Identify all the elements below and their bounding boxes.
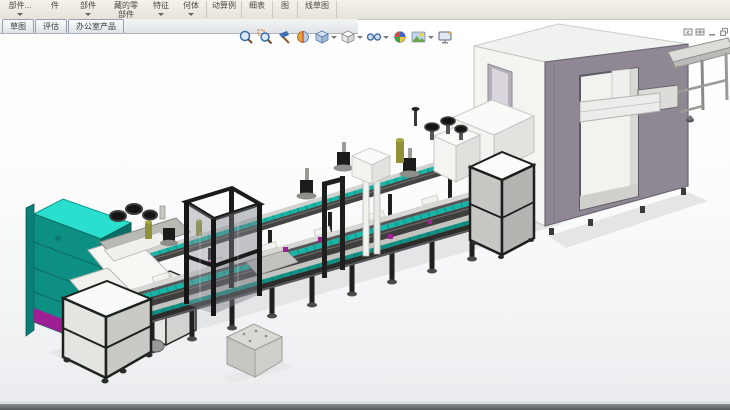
ribbon-button-label: 件 [51,1,59,10]
assembly-3d-scene [0,0,730,410]
ribbon-button-label: 藏的零 [114,1,138,10]
ribbon-button-label-2: 部件 [118,10,134,19]
ribbon-exploded-view-button[interactable]: 图 [273,0,297,19]
minimize-document-button[interactable] [707,27,717,37]
ribbon-component-pattern-button[interactable]: 部件 [70,0,106,19]
ribbon-assembly-features-button[interactable]: 特征 [146,0,176,19]
ribbon-reference-geometry-button[interactable]: 何体 [176,0,206,19]
view-orientation-icon [314,29,330,45]
view-orientation-button[interactable] [313,29,338,45]
chevron-down-icon [158,13,164,16]
section-view-icon [295,29,311,45]
chevron-down-icon [383,36,389,39]
display-style-button[interactable] [339,29,364,45]
ribbon-button-label: 细表 [249,1,265,10]
ribbon-bill-of-materials-button[interactable]: 细表 [242,0,272,19]
end-cabinet[interactable] [470,152,534,259]
zoom-to-fit-button[interactable] [237,29,255,45]
ribbon-button-label: 何体 [183,1,199,10]
window-list-button[interactable] [695,27,705,37]
display-style-icon [340,29,356,45]
ribbon-button-label: 线草图 [305,1,329,10]
document-window-controls [683,27,729,37]
station-discs [110,204,157,221]
tab-office-products[interactable]: 办公室产品 [68,19,124,33]
command-manager-ribbon: 部件... 件 部件 藏的零 部件 特征 何体 动算例 细表 图 线草图 [0,0,730,20]
control-cabinet-front[interactable] [63,281,153,384]
ribbon-button-label: 图 [281,1,289,10]
view-settings-icon [437,29,453,45]
window-list-icon [695,27,705,37]
section-view-button[interactable] [294,29,312,45]
restore-icon [719,27,729,37]
apply-scene-button[interactable] [410,29,435,45]
tab-sketch[interactable]: 草图 [2,19,34,33]
ribbon-explode-line-sketch-button[interactable]: 线草图 [298,0,336,19]
ribbon-button-label: 部件... [9,1,32,10]
zoom-to-area-icon [257,29,273,45]
ribbon-button-label: 部件 [80,1,96,10]
tab-evaluate[interactable]: 评估 [35,19,67,33]
chevron-down-icon [188,13,194,16]
ribbon-show-hidden-components-button[interactable]: 藏的零 部件 [106,0,146,19]
ribbon-button-label: 特征 [153,1,169,10]
view-settings-button[interactable] [436,29,454,45]
safety-gantry-frame[interactable] [184,188,262,316]
previous-window-button[interactable] [683,27,693,37]
chevron-down-icon [331,36,337,39]
zoom-to-fit-icon [238,29,254,45]
graphics-viewport[interactable] [0,20,730,405]
heads-up-view-toolbar [237,28,454,46]
previous-window-icon [683,27,693,37]
chevron-down-icon [85,13,91,16]
edit-appearance-button[interactable] [391,29,409,45]
hide-show-items-button[interactable] [365,29,390,45]
previous-view-button[interactable] [275,29,293,45]
previous-view-icon [276,29,292,45]
edit-appearance-icon [392,29,408,45]
restore-document-button[interactable] [719,27,729,37]
apply-scene-icon [411,29,427,45]
ribbon-insert-components-button[interactable]: 部件... [0,0,40,19]
tab-label: 办公室产品 [76,22,116,31]
ribbon-mate-button[interactable]: 件 [40,0,70,19]
chevron-down-icon [428,36,434,39]
chevron-down-icon [17,13,23,16]
ribbon-button-label: 动算例 [212,1,236,10]
ribbon-separator [336,1,337,18]
chevron-down-icon [357,36,363,39]
ribbon-motion-study-button[interactable]: 动算例 [207,0,241,19]
tab-label: 评估 [43,22,59,31]
tab-label: 草图 [10,22,26,31]
taskbar-strip [0,404,730,410]
minimize-icon [707,27,717,37]
hide-show-items-icon [366,29,382,45]
solidworks-window: { "ribbon": { "buttons": [ {"label": "部件… [0,0,730,410]
zoom-to-area-button[interactable] [256,29,274,45]
